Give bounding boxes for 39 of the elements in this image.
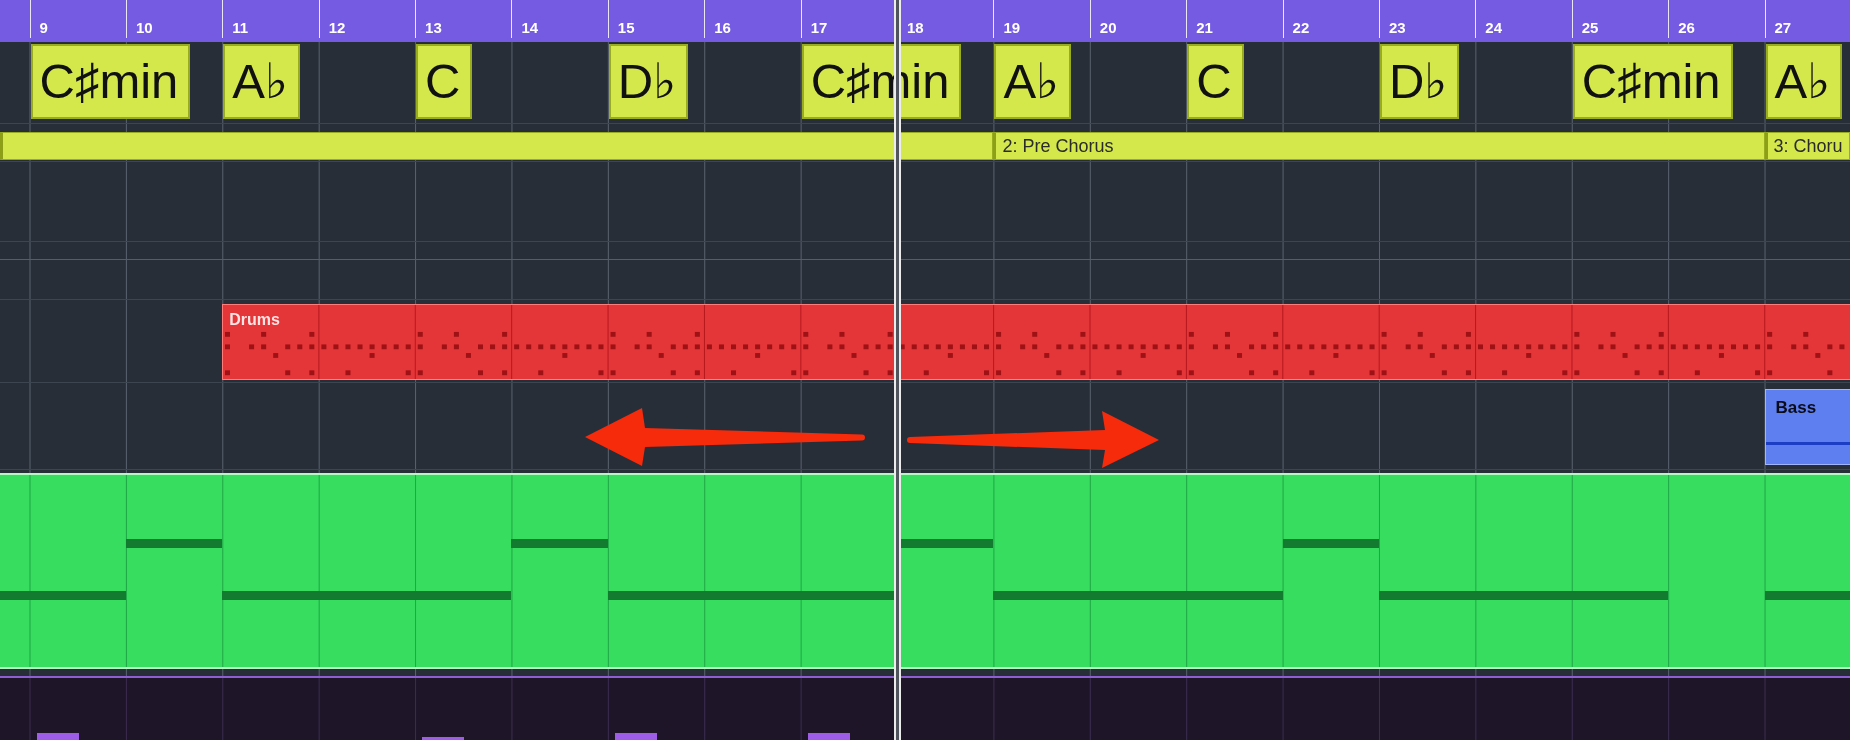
bar-number: 22 bbox=[1292, 20, 1310, 36]
midi-note bbox=[36, 733, 79, 740]
bar-number: 14 bbox=[521, 20, 539, 36]
region-name: Drums bbox=[228, 310, 280, 329]
bar-number: 9 bbox=[39, 20, 48, 36]
chord-block[interactable]: C♯min bbox=[1572, 44, 1733, 119]
timeline-ruler[interactable]: 9 10 11 12 13 14 15 16 17 18 19 20 21 22 23 24 25 26 27 bbox=[0, 0, 1850, 42]
midi-note bbox=[807, 733, 850, 740]
chord-block[interactable]: A♭ bbox=[223, 44, 301, 119]
bar-number: 24 bbox=[1485, 20, 1503, 36]
bar-number: 13 bbox=[425, 20, 442, 36]
bar-number: 16 bbox=[714, 20, 731, 36]
midi-note bbox=[422, 737, 465, 740]
bar-number: 18 bbox=[907, 20, 924, 36]
bar-number: 11 bbox=[232, 20, 249, 36]
chord-block[interactable]: D♭ bbox=[608, 44, 689, 119]
bass-region[interactable]: Bass bbox=[1764, 389, 1850, 465]
drum-region[interactable]: Drums bbox=[222, 304, 1850, 380]
bar-number: 19 bbox=[1003, 20, 1021, 36]
bar-number: 20 bbox=[1099, 20, 1117, 36]
bar-number: 23 bbox=[1388, 20, 1406, 36]
bar-number: 17 bbox=[810, 20, 828, 36]
chord-block[interactable]: C♯min bbox=[30, 44, 191, 119]
chord-block[interactable]: C bbox=[1187, 44, 1244, 119]
bar-number: 27 bbox=[1774, 20, 1792, 36]
bar-number: 26 bbox=[1678, 20, 1695, 36]
bar-number: 12 bbox=[328, 20, 346, 36]
bar-number: 25 bbox=[1581, 20, 1599, 36]
region-name: Bass bbox=[1774, 397, 1817, 418]
arranger-section[interactable]: 2: Pre Chorus bbox=[993, 132, 1765, 160]
midi-note bbox=[614, 733, 657, 740]
chord-block[interactable]: C bbox=[416, 44, 473, 119]
bar-number: 15 bbox=[617, 20, 635, 36]
arranger-section[interactable]: 3: Choru bbox=[1764, 132, 1850, 160]
bar-number: 10 bbox=[135, 20, 153, 36]
bar-number: 21 bbox=[1196, 20, 1213, 36]
chord-block[interactable]: D♭ bbox=[1379, 44, 1460, 119]
chord-block[interactable]: A♭ bbox=[994, 44, 1072, 119]
chord-block[interactable]: A♭ bbox=[1765, 44, 1843, 119]
